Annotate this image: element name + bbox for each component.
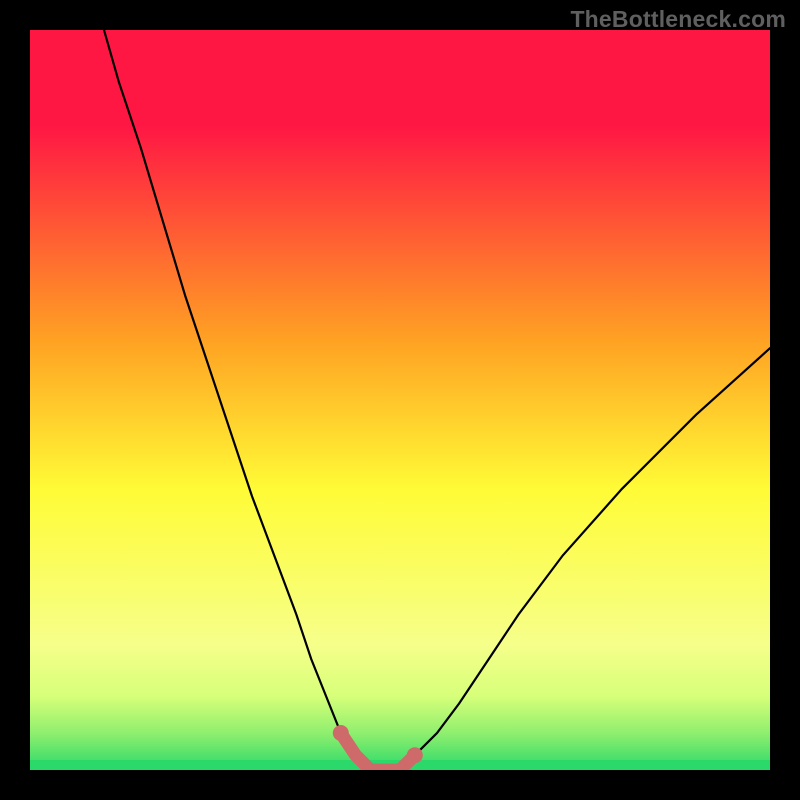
highlight-end-dot [333, 725, 349, 741]
gradient-background [30, 30, 770, 770]
chart-container: TheBottleneck.com [0, 0, 800, 800]
plot-area [30, 30, 770, 770]
bottleneck-curve-chart [30, 30, 770, 770]
highlight-end-dot [407, 747, 423, 763]
attribution-watermark: TheBottleneck.com [570, 6, 786, 33]
